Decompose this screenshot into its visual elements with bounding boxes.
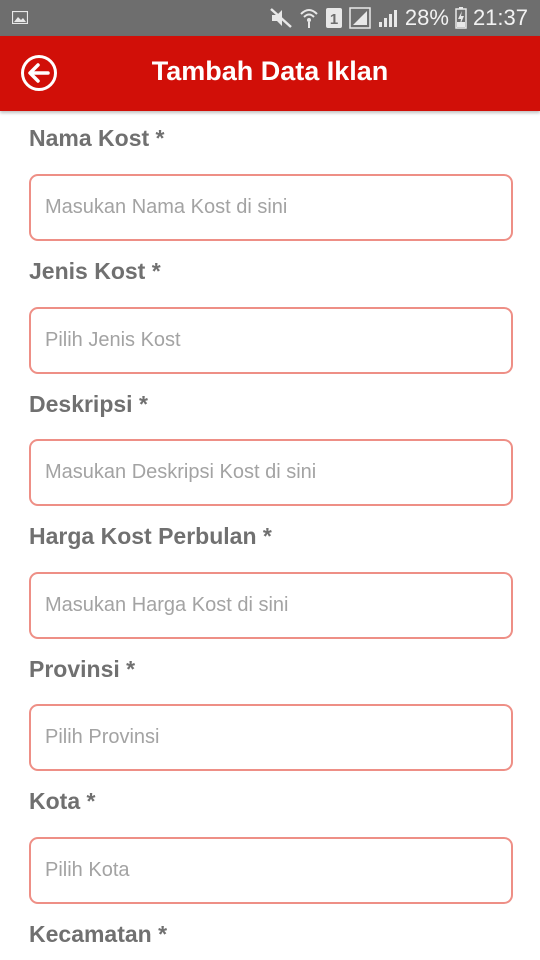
nama-kost-field[interactable]: [29, 174, 513, 241]
signal-icon: [349, 7, 371, 29]
nama-kost-input[interactable]: [31, 176, 511, 239]
app-bar: Tambah Data Iklan: [0, 36, 540, 111]
jenis-kost-select[interactable]: [29, 307, 513, 374]
status-bar: 1 28% 21:37: [0, 0, 540, 36]
jenis-kost-label: Jenis Kost *: [29, 258, 161, 284]
deskripsi-input[interactable]: [31, 441, 511, 504]
deskripsi-label: Deskripsi *: [29, 391, 148, 417]
harga-kost-label: Harga Kost Perbulan *: [29, 523, 272, 549]
jenis-kost-input[interactable]: [31, 309, 511, 372]
kecamatan-label: Kecamatan *: [29, 921, 168, 947]
battery-percent: 28%: [404, 5, 449, 30]
sim-badge: 1: [330, 11, 338, 28]
provinsi-label: Provinsi *: [29, 656, 136, 682]
deskripsi-field[interactable]: [29, 439, 513, 506]
page-title: Tambah Data Iklan: [151, 56, 389, 86]
harga-kost-input[interactable]: [31, 574, 511, 637]
sim-icon: 1: [325, 8, 342, 28]
provinsi-select[interactable]: [29, 704, 513, 771]
provinsi-input[interactable]: [31, 706, 511, 769]
signal-icon: [378, 10, 397, 27]
harga-kost-field[interactable]: [29, 572, 513, 639]
gallery-icon: [12, 11, 28, 24]
kota-input[interactable]: [31, 839, 511, 902]
back-button[interactable]: [20, 54, 58, 92]
kota-select[interactable]: [29, 837, 513, 904]
arrow-left-circle-icon: [21, 55, 57, 91]
kota-label: Kota *: [29, 788, 96, 814]
nama-kost-label: Nama Kost *: [29, 125, 165, 151]
clock: 21:37: [472, 5, 528, 30]
mute-icon: [270, 8, 292, 28]
wifi-icon: [300, 9, 318, 28]
battery-charging-icon: [455, 7, 467, 29]
